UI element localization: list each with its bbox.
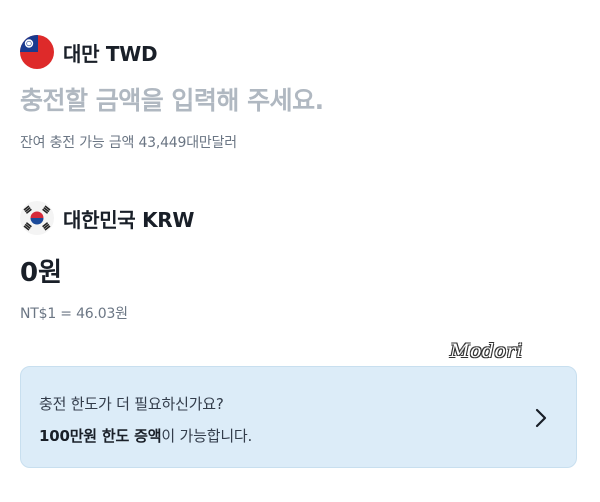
exchange-rate-text: NT$1 = 46.03원 — [20, 306, 128, 322]
converted-amount: 0원 — [20, 258, 63, 288]
korea-flag-icon — [20, 201, 54, 235]
limit-increase-text: 100만원 한도 증액이 가능합니다. — [39, 425, 252, 446]
charge-amount-input[interactable] — [20, 80, 540, 120]
modori-watermark: Modori — [450, 340, 523, 362]
source-currency-row: 대만 TWD — [20, 35, 158, 69]
limit-question-text: 충전 한도가 더 필요하신가요? — [39, 395, 224, 413]
source-currency-name: 대만 TWD — [63, 41, 158, 66]
target-currency-row: 대한민국 KRW — [20, 201, 194, 235]
limit-increase-suffix: 이 가능합니다. — [161, 427, 253, 445]
remaining-balance-text: 잔여 충전 가능 금액 43,449대만달러 — [20, 135, 237, 151]
taiwan-flag-icon — [20, 35, 54, 69]
chevron-right-icon — [535, 408, 547, 428]
limit-increase-card[interactable]: 충전 한도가 더 필요하신가요? 100만원 한도 증액이 가능합니다. — [20, 366, 577, 468]
limit-increase-highlight: 100만원 한도 증액 — [39, 427, 162, 445]
target-currency-name: 대한민국 KRW — [63, 207, 195, 232]
